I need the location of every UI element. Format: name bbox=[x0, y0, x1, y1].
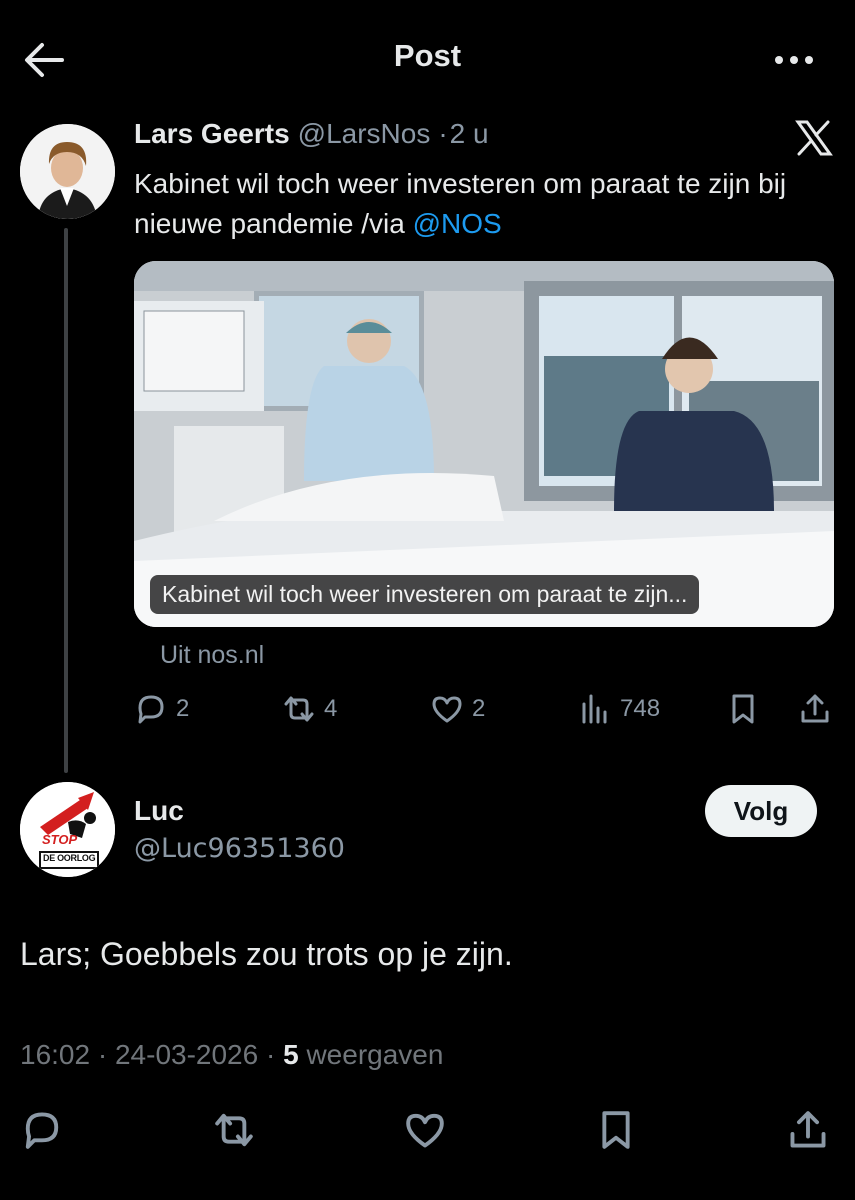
heart-icon bbox=[406, 1113, 444, 1148]
card-caption: Kabinet wil toch weer investeren om para… bbox=[150, 575, 700, 614]
share-icon bbox=[801, 694, 829, 723]
more-button[interactable] bbox=[772, 50, 816, 70]
separator-dot: · bbox=[438, 118, 448, 149]
thread-line bbox=[64, 228, 68, 773]
views-count: 748 bbox=[620, 695, 661, 722]
share-button[interactable] bbox=[798, 690, 832, 728]
views-count[interactable]: 5 bbox=[283, 1039, 299, 1070]
author-name[interactable]: Lars Geerts bbox=[134, 118, 290, 150]
like-button[interactable] bbox=[403, 1108, 447, 1152]
reply-count: 2 bbox=[176, 695, 190, 722]
separator-dot: · bbox=[97, 1039, 108, 1070]
post-meta: 16:02 · 24-03-2026 · 5 weergaven bbox=[20, 1039, 443, 1071]
page-title: Post bbox=[393, 38, 462, 73]
card-image bbox=[134, 261, 834, 627]
author-name[interactable]: Luc bbox=[134, 795, 184, 827]
views-icon bbox=[582, 694, 607, 724]
avatar-text-top: STOP bbox=[42, 832, 78, 847]
views-label: weergaven bbox=[306, 1039, 444, 1070]
share-button[interactable] bbox=[786, 1108, 830, 1152]
repost-icon bbox=[284, 696, 314, 722]
post-time: 16:02 bbox=[20, 1039, 91, 1070]
reply-icon bbox=[138, 695, 164, 724]
reply-icon bbox=[25, 1112, 59, 1149]
post-time: 2 u bbox=[449, 118, 489, 149]
bookmark-button[interactable] bbox=[594, 1108, 638, 1152]
avatar[interactable]: STOP DE OORLOG bbox=[20, 782, 115, 877]
share-icon bbox=[790, 1111, 826, 1148]
avatar-photo bbox=[20, 124, 115, 219]
like-count: 2 bbox=[472, 695, 486, 722]
post-date: 24-03-2026 bbox=[114, 1039, 259, 1070]
avatar[interactable] bbox=[20, 124, 115, 219]
follow-button[interactable]: Volg bbox=[705, 785, 817, 837]
card-source[interactable]: Uit nos.nl bbox=[160, 641, 264, 670]
author-handle[interactable]: @LarsNos bbox=[298, 118, 431, 150]
heart-icon bbox=[432, 696, 462, 723]
mention-link[interactable]: @NOS bbox=[413, 208, 502, 239]
avatar-text-bottom: DE OORLOG bbox=[43, 853, 96, 863]
views-button[interactable]: 748 bbox=[578, 690, 660, 728]
repost-button[interactable] bbox=[212, 1108, 256, 1152]
reply-button[interactable]: 2 bbox=[134, 690, 189, 728]
repost-button[interactable]: 4 bbox=[282, 690, 337, 728]
like-button[interactable]: 2 bbox=[430, 690, 485, 728]
author-handle[interactable]: @Luc96351360 bbox=[134, 833, 345, 864]
more-icon bbox=[775, 56, 813, 64]
repost-icon bbox=[215, 1113, 253, 1147]
bookmark-icon bbox=[602, 1111, 630, 1149]
post-header: Lars Geerts @LarsNos · 2 u bbox=[134, 118, 489, 150]
post-text: Kabinet wil toch weer investeren om para… bbox=[134, 164, 824, 244]
separator-dot: · bbox=[265, 1039, 276, 1070]
x-logo-icon bbox=[795, 120, 833, 156]
repost-count: 4 bbox=[324, 695, 338, 722]
reply-button[interactable] bbox=[20, 1108, 64, 1152]
bookmark-button[interactable] bbox=[726, 690, 760, 728]
reply-text: Lars; Goebbels zou trots op je zijn. bbox=[20, 936, 513, 972]
bookmark-icon bbox=[732, 694, 754, 724]
link-card[interactable] bbox=[134, 261, 834, 627]
